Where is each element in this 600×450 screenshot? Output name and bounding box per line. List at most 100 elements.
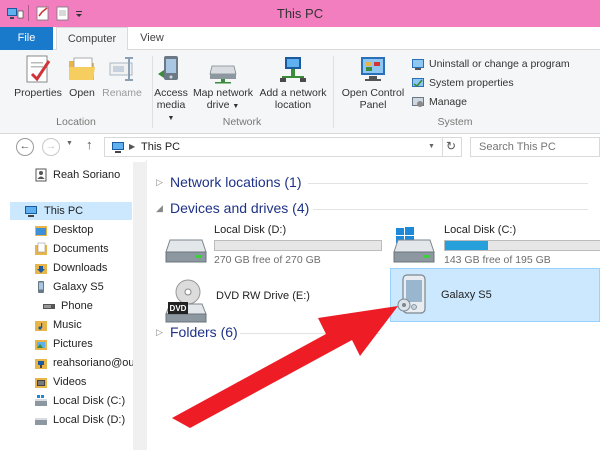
device-tile-galaxy-s5[interactable]: Galaxy S5 <box>390 268 600 322</box>
dvd-badge: DVD <box>170 304 187 313</box>
phone-device-icon <box>397 274 426 314</box>
map-drive-label-2: drive <box>206 99 230 111</box>
rename-icon <box>109 57 133 81</box>
hard-drive-icon <box>165 239 207 263</box>
drive-name: DVD RW Drive (E:) <box>216 290 310 302</box>
manage-icon <box>412 97 424 107</box>
group-network-locations[interactable]: ▷ Network locations (1) <box>156 174 302 190</box>
group-folders[interactable]: ▷ Folders (6) <box>156 324 238 340</box>
map-network-drive-icon <box>209 65 237 84</box>
map-drive-dropdown-icon[interactable]: ▼ <box>232 103 239 110</box>
uninstall-program-button[interactable]: Uninstall or change a program <box>411 56 570 72</box>
nav-item-downloads[interactable]: Downloads <box>34 259 134 277</box>
drive-free-space: 143 GB free of 195 GB <box>444 254 551 266</box>
system-group-label: System <box>437 116 473 128</box>
nav-item-music[interactable]: Music <box>34 316 134 334</box>
navigation-pane-scrollbar[interactable] <box>133 162 147 450</box>
expand-chevron-icon[interactable]: ▷ <box>156 177 163 188</box>
system-properties-label: System properties <box>429 77 514 89</box>
search-box[interactable] <box>470 137 600 157</box>
nav-item-videos[interactable]: Videos <box>34 373 134 391</box>
phone-device-icon <box>38 281 44 293</box>
control-panel-label-2: Panel <box>359 99 387 111</box>
manage-label: Manage <box>429 96 467 108</box>
downloads-folder-icon <box>35 264 47 274</box>
forward-button[interactable]: → <box>42 138 60 156</box>
network-folder-icon <box>35 359 47 369</box>
drive-usage-fill <box>445 241 488 250</box>
nav-item-desktop[interactable]: Desktop <box>34 221 134 239</box>
address-bar[interactable]: ▶ This PC ▼ ↻ <box>104 137 462 157</box>
tab-file[interactable]: File <box>0 27 53 50</box>
tab-computer[interactable]: Computer <box>56 27 128 51</box>
nav-label: Pictures <box>53 338 93 350</box>
address-dropdown-icon[interactable]: ▼ <box>428 143 435 150</box>
location-group-label: Location <box>56 116 96 128</box>
nav-label: Downloads <box>53 262 108 274</box>
map-drive-label-1: Map network <box>192 87 254 99</box>
ribbon-tabs: File Computer View <box>0 27 600 51</box>
up-arrow-icon: ↑ <box>86 137 93 152</box>
rename-label: Rename <box>102 87 142 99</box>
access-media-button[interactable]: Access media ▼ <box>152 54 190 125</box>
navigation-pane: Reah Soriano This PC Desktop Documents D… <box>0 160 147 450</box>
open-button[interactable]: Open <box>66 54 98 99</box>
group-divider <box>308 183 588 184</box>
address-path: This PC <box>141 141 181 153</box>
tab-view[interactable]: View <box>132 27 172 51</box>
this-pc-icon <box>112 142 124 153</box>
add-network-location-button[interactable]: Add a network location <box>256 54 330 111</box>
nav-label: reahsoriano@out <box>53 357 138 369</box>
system-properties-button[interactable]: System properties <box>411 75 514 91</box>
videos-folder-icon <box>35 378 47 388</box>
group-divider <box>240 333 380 334</box>
properties-icon <box>26 55 51 83</box>
back-arrow-icon: ← <box>19 140 31 152</box>
user-name: Reah Soriano <box>53 169 121 181</box>
content-area: ▷ Network locations (1) ◢ Devices and dr… <box>148 160 600 450</box>
map-network-drive-button[interactable]: Map network drive ▼ <box>190 54 256 113</box>
back-button[interactable]: ← <box>16 138 34 156</box>
nav-item-documents[interactable]: Documents <box>34 240 134 258</box>
nav-item-user-folder[interactable]: reahsoriano@out <box>34 354 138 372</box>
nav-item-phone[interactable]: Phone <box>42 297 134 315</box>
windows-drive-icon <box>393 227 435 263</box>
nav-item-galaxy-s5[interactable]: Galaxy S5 <box>34 278 134 296</box>
collapse-chevron-icon[interactable]: ◢ <box>156 203 163 214</box>
drive-tile-local-disk-c[interactable]: Local Disk (C:) 143 GB free of 195 GB <box>392 224 600 274</box>
up-button[interactable]: ↑ <box>86 137 93 152</box>
expand-chevron-icon[interactable]: ▷ <box>156 327 163 338</box>
nav-label: Documents <box>53 243 109 255</box>
nav-label: Local Disk (C:) <box>53 395 126 407</box>
recent-locations-dropdown-icon[interactable]: ▼ <box>66 140 73 147</box>
open-control-panel-button[interactable]: Open Control Panel <box>338 54 408 111</box>
network-group-label: Network <box>222 116 262 128</box>
group-devices-and-drives[interactable]: ◢ Devices and drives (4) <box>156 200 309 216</box>
rename-button[interactable]: Rename <box>100 54 144 99</box>
nav-item-local-disk-c[interactable]: Local Disk (C:) <box>34 392 134 410</box>
drive-name: Local Disk (C:) <box>444 224 517 236</box>
refresh-icon[interactable]: ↻ <box>446 139 456 153</box>
nav-label: Videos <box>53 376 87 388</box>
nav-item-pictures[interactable]: Pictures <box>34 335 134 353</box>
music-folder-icon <box>35 321 47 331</box>
search-input[interactable] <box>479 141 589 153</box>
title-bar: This PC <box>0 0 600 27</box>
this-pc-icon <box>25 206 37 217</box>
phone-storage-icon <box>43 304 55 309</box>
properties-button[interactable]: Properties <box>8 54 68 99</box>
manage-button[interactable]: Manage <box>411 94 467 110</box>
pictures-folder-icon <box>35 340 47 350</box>
nav-item-local-disk-d[interactable]: Local Disk (D:) <box>34 411 134 429</box>
drive-free-space: 270 GB free of 270 GB <box>214 254 321 266</box>
access-media-icon <box>158 56 178 80</box>
nav-item-user[interactable]: Reah Soriano <box>34 166 134 184</box>
breadcrumb-chevron-icon[interactable]: ▶ <box>129 142 135 151</box>
group-label: Network locations (1) <box>170 174 302 190</box>
drive-usage-bar <box>444 240 600 251</box>
nav-item-this-pc[interactable]: This PC <box>10 202 132 220</box>
drive-tile-local-disk-d[interactable]: Local Disk (D:) 270 GB free of 270 GB <box>164 224 386 274</box>
control-panel-label-1: Open Control <box>341 87 405 99</box>
drive-tile-dvd-rw[interactable]: DVD DVD RW Drive (E:) <box>164 278 386 328</box>
properties-label: Properties <box>14 87 62 99</box>
